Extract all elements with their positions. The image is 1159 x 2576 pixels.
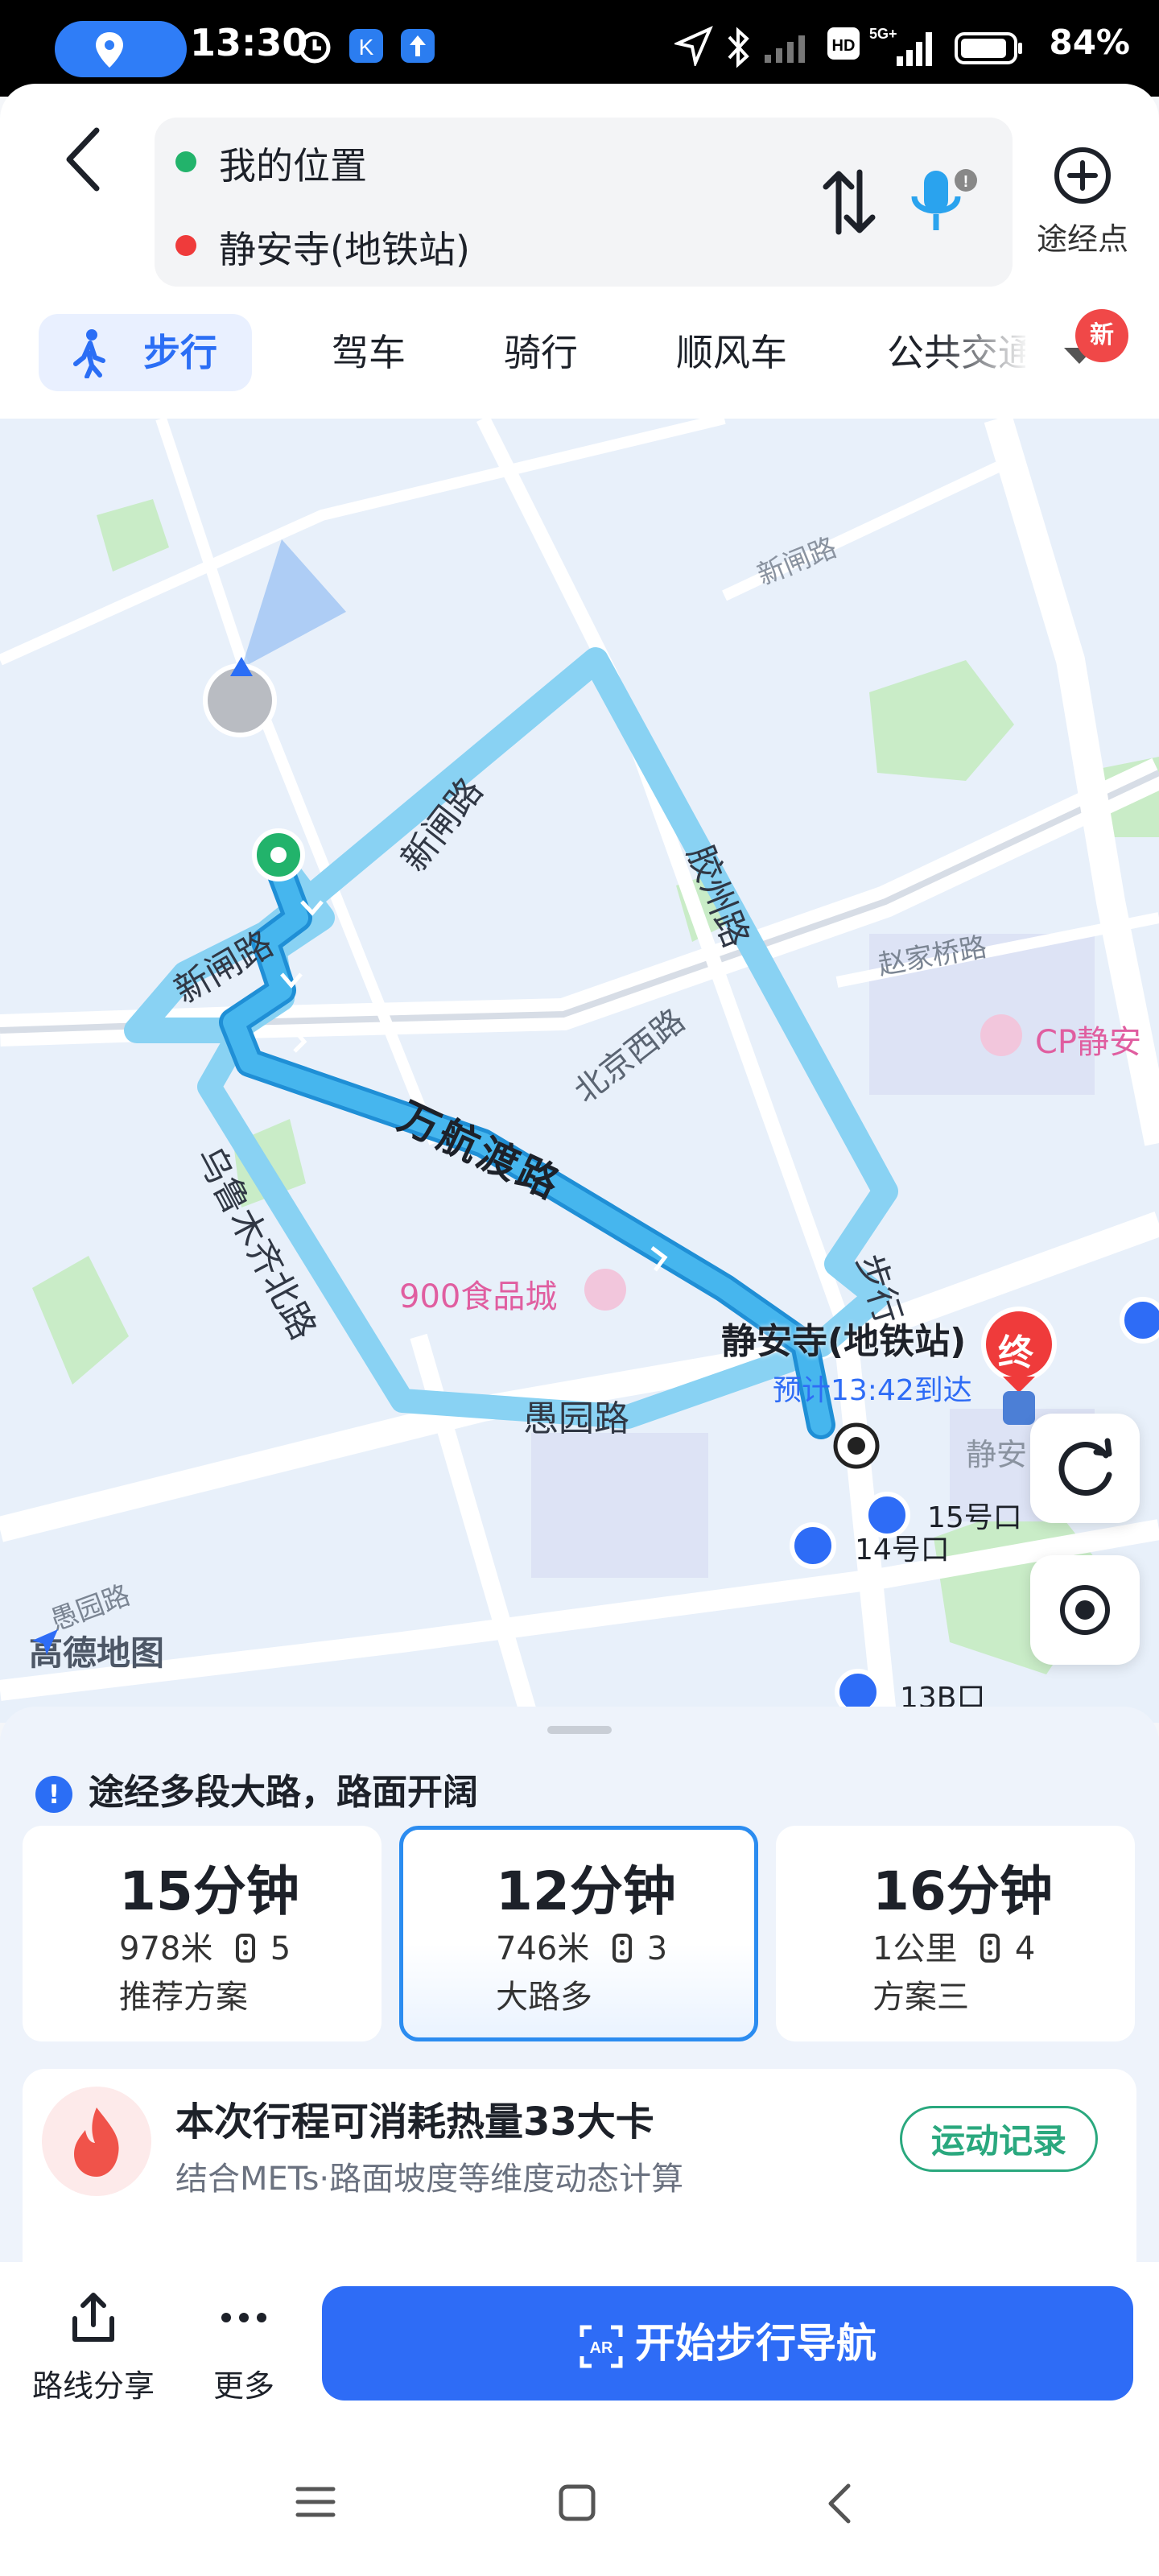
start-navigation-label: 开始步行导航 [635, 2320, 876, 2367]
signal-weak-icon [765, 35, 805, 63]
tab-fade [934, 314, 1030, 391]
traffic-light-icon [236, 1934, 256, 1963]
option-distance: 978米 5 [119, 1922, 291, 1969]
tab-bike[interactable]: 骑行 [504, 314, 578, 391]
route-option-card[interactable]: 16分钟 1公里 4 方案三 [776, 1826, 1135, 2041]
poi-food-label[interactable]: 900食品城 [399, 1270, 557, 1317]
route-option-card-selected[interactable]: 12分钟 746米 3 大路多 [399, 1826, 758, 2041]
calorie-subtitle: 结合METs·路面坡度等维度动态计算 [175, 2161, 684, 2198]
alarm-icon [299, 31, 331, 64]
svg-text:K: K [359, 35, 374, 60]
calorie-title: 本次行程可消耗热量33大卡 [175, 2099, 654, 2145]
travel-mode-tabs: 步行 驾车 骑行 顺风车 公共交通 [0, 314, 1159, 394]
back-icon[interactable] [823, 2481, 855, 2526]
system-nav-bar [0, 2423, 1159, 2576]
traffic-light-count: 5 [270, 1930, 291, 1967]
amap-arrow-icon [32, 1629, 58, 1655]
more-label: 更多 [212, 2368, 274, 2404]
traffic-light-count: 3 [646, 1930, 668, 1967]
share-label: 路线分享 [31, 2368, 155, 2404]
sheet-handle[interactable] [547, 1726, 612, 1734]
exercise-record-button[interactable]: 运动记录 [900, 2106, 1098, 2172]
tab-drive[interactable]: 驾车 [332, 314, 406, 391]
add-waypoint-button[interactable]: 途经点 [1022, 145, 1143, 258]
signal-5g-icon: 5G+ [869, 26, 932, 66]
flame-icon [42, 2087, 151, 2196]
eta-label: 预计13:42到达 [773, 1374, 972, 1407]
destination-field[interactable]: 静安寺(地铁站) [219, 221, 470, 274]
share-icon [72, 2293, 114, 2342]
share-route-button[interactable]: 路线分享 [29, 2289, 158, 2405]
exit-label[interactable]: 14号口 [855, 1526, 950, 1568]
option-note: 推荐方案 [119, 1979, 248, 2016]
distance-value: 1公里 [872, 1930, 958, 1967]
more-button[interactable]: 更多 [190, 2289, 298, 2405]
add-circle-icon [1054, 147, 1111, 204]
battery-percent: 84% [1049, 23, 1130, 62]
walking-person-icon [73, 329, 105, 378]
origin-dot [175, 151, 196, 172]
menu-icon[interactable] [295, 2484, 336, 2520]
origin-field[interactable]: 我的位置 [219, 137, 367, 190]
svg-text:!: ! [963, 173, 969, 191]
swap-route-icon[interactable] [821, 167, 877, 237]
street-label: 愚园路 [523, 1398, 629, 1439]
status-time: 13:30 [190, 21, 308, 64]
app-k-icon: K [349, 29, 383, 63]
new-badge: 新 [1075, 309, 1128, 362]
hint-text: 途经多段大路，路面开阔 [89, 1772, 478, 1813]
destination-map-label: 静安寺(地铁站) [721, 1321, 967, 1362]
poi-shop-label[interactable]: CP静安 [1035, 1016, 1141, 1063]
end-marker[interactable]: 终 [998, 1323, 1033, 1375]
amap-logo: 高德地图 [29, 1626, 164, 1675]
info-icon: ! [35, 1776, 72, 1813]
route-input-box: 我的位置 静安寺(地铁站) ! [155, 118, 1013, 287]
refresh-button[interactable] [1030, 1414, 1140, 1523]
ar-icon: AR [580, 2325, 623, 2368]
station-label: 静安 [966, 1437, 1028, 1472]
waypoint-label: 途经点 [1036, 221, 1128, 257]
locate-button[interactable] [1030, 1555, 1140, 1665]
calorie-card: 本次行程可消耗热量33大卡 结合METs·路面坡度等维度动态计算 运动记录 [23, 2069, 1136, 2286]
distance-value: 978米 [119, 1930, 213, 1967]
traffic-light-icon [612, 1934, 633, 1963]
svg-text:HD: HD [832, 37, 856, 55]
hd-icon: HD [827, 27, 860, 60]
home-icon[interactable] [557, 2483, 597, 2523]
traffic-light-count: 4 [1014, 1930, 1036, 1967]
tab-walk-label: 步行 [143, 331, 217, 374]
destination-dot [175, 235, 196, 256]
location-pill[interactable] [55, 21, 187, 77]
tab-carpool[interactable]: 顺风车 [676, 314, 787, 391]
option-note: 方案三 [872, 1979, 969, 2016]
option-distance: 746米 3 [496, 1922, 667, 1969]
more-dots-icon [221, 2313, 266, 2322]
option-distance: 1公里 4 [872, 1922, 1035, 1969]
route-option-card[interactable]: 15分钟 978米 5 推荐方案 [23, 1826, 382, 2041]
option-time: 16分钟 [872, 1860, 1053, 1922]
svg-text:AR: AR [590, 2339, 613, 2357]
distance-value: 746米 [496, 1930, 590, 1967]
option-time: 15分钟 [119, 1860, 299, 1922]
bluetooth-icon [728, 27, 749, 68]
route-hint: ! 途经多段大路，路面开阔 [35, 1763, 478, 1814]
option-time: 12分钟 [496, 1860, 676, 1922]
action-bar: 路线分享 更多 AR 开始步行导航 [0, 2262, 1159, 2423]
traffic-light-icon [980, 1934, 1000, 1963]
location-pin-icon [96, 32, 123, 68]
map-view[interactable]: 新闸路 新闸路 新闸路 万航渡路 胶州路 北京西路 赵家桥路 乌鲁木齐北路 愚园… [0, 419, 1159, 1723]
start-navigation-button[interactable]: AR 开始步行导航 [322, 2286, 1133, 2401]
status-bar: 13:30 K HD 5G+ 84% [0, 0, 1159, 97]
voice-mic-icon[interactable]: ! [909, 164, 982, 242]
upload-app-icon [401, 29, 435, 63]
refresh-icon [1058, 1438, 1112, 1496]
back-arrow-icon[interactable] [61, 126, 106, 193]
svg-text:5G+: 5G+ [869, 26, 897, 42]
option-note: 大路多 [496, 1979, 592, 2016]
tab-walk[interactable]: 步行 [39, 314, 252, 391]
battery-icon [955, 32, 1022, 64]
locate-icon [1060, 1585, 1110, 1635]
navigation-arrow-icon [674, 26, 713, 66]
